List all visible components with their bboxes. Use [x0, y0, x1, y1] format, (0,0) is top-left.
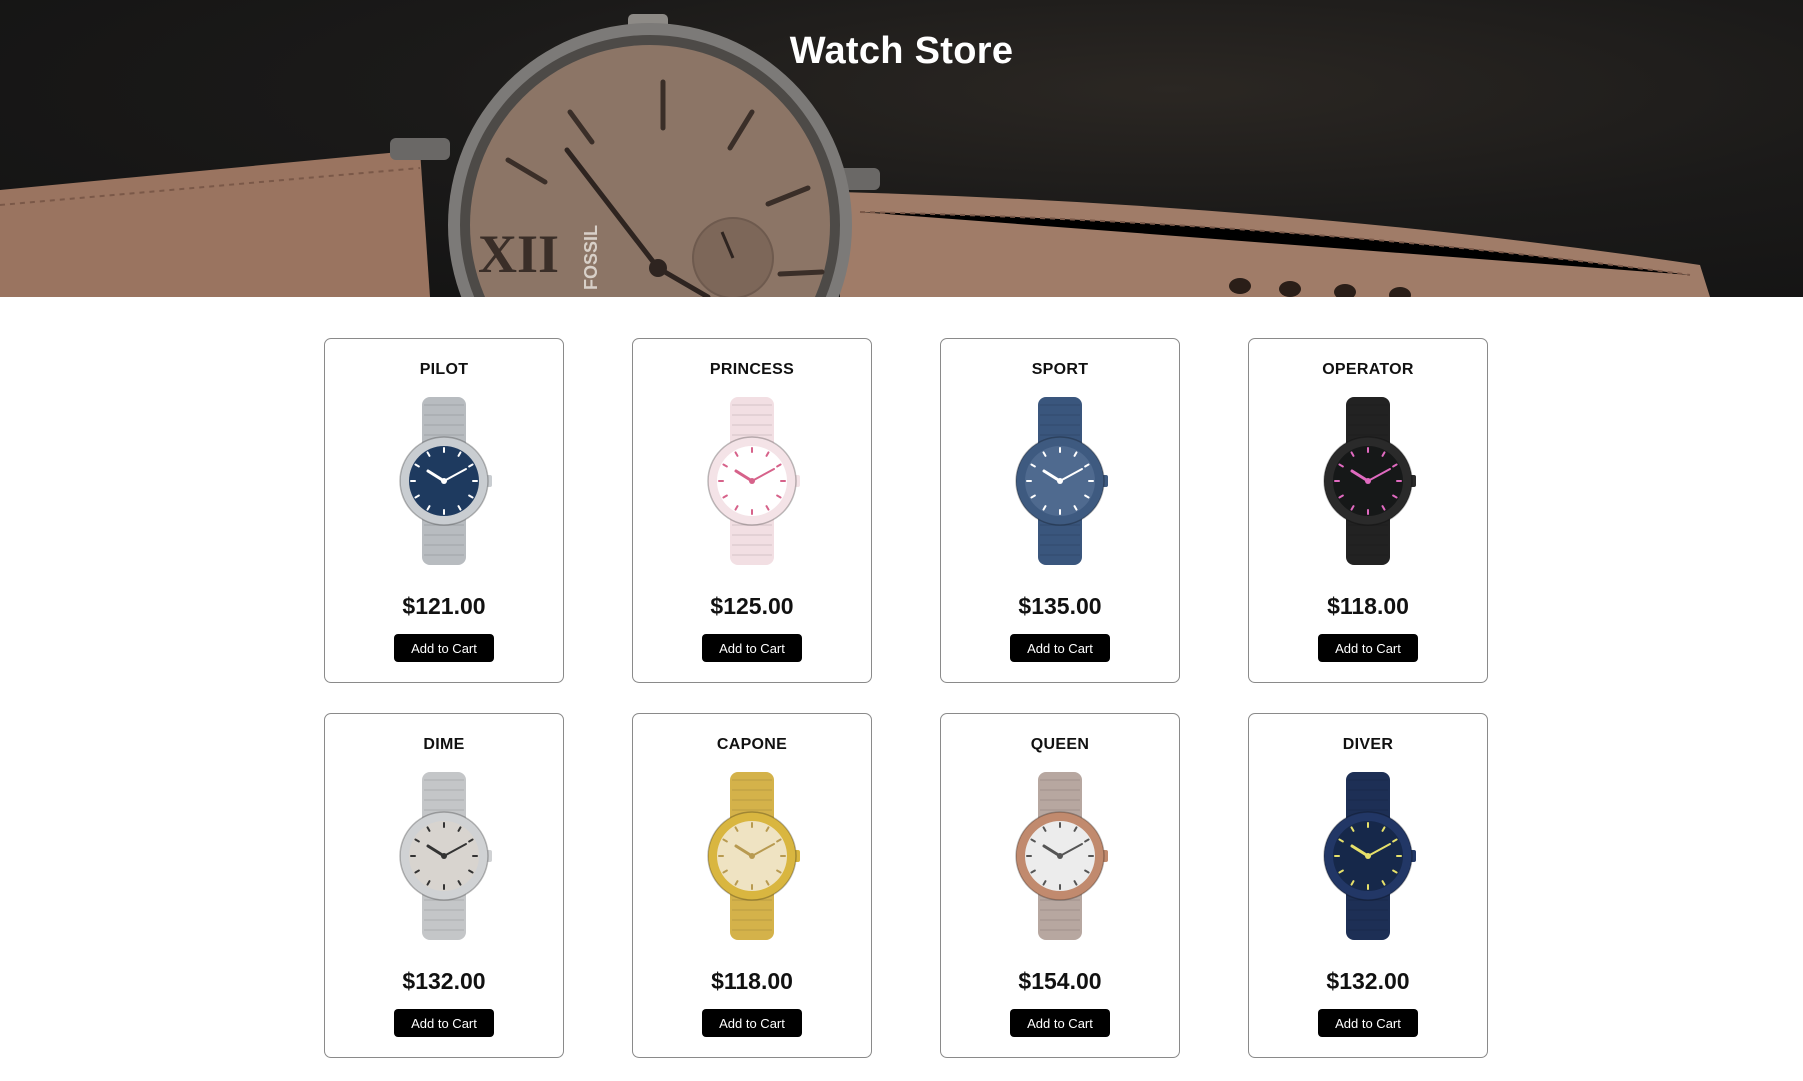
blue-watch-icon[interactable]: [1000, 391, 1120, 571]
product-grid: PILOT $121.00 Add to Cart PRINCESS $125.…: [324, 338, 1490, 1058]
product-price: $132.00: [402, 968, 486, 994]
product-name: PRINCESS: [709, 361, 795, 378]
page-title: Watch Store: [789, 30, 1014, 72]
add-to-cart-button[interactable]: Add to Cart: [1010, 1009, 1110, 1037]
svg-text:FOSSIL: FOSSIL: [581, 225, 601, 290]
product-card: DIME $132.00 Add to Cart: [324, 713, 564, 1058]
silver-watch-icon[interactable]: [384, 766, 504, 946]
rose-gold-watch-icon[interactable]: [1000, 766, 1120, 946]
product-price: $118.00: [1327, 593, 1409, 619]
product-card: PRINCESS $125.00 Add to Cart: [632, 338, 872, 683]
product-name: CAPONE: [716, 736, 788, 753]
add-to-cart-button[interactable]: Add to Cart: [1318, 1009, 1418, 1037]
product-name: SPORT: [1031, 361, 1089, 378]
product-card: PILOT $121.00 Add to Cart: [324, 338, 564, 683]
add-to-cart-button[interactable]: Add to Cart: [1010, 634, 1110, 662]
product-card: DIVER $132.00 Add to Cart: [1248, 713, 1488, 1058]
product-price: $135.00: [1018, 593, 1102, 619]
add-to-cart-button[interactable]: Add to Cart: [394, 634, 494, 662]
add-to-cart-button[interactable]: Add to Cart: [702, 634, 802, 662]
product-price: $154.00: [1018, 968, 1102, 994]
product-price: $125.00: [710, 593, 794, 619]
product-card: OPERATOR $118.00 Add to Cart: [1248, 338, 1488, 683]
navy-watch-icon[interactable]: [1308, 766, 1428, 946]
product-card: SPORT $135.00 Add to Cart: [940, 338, 1180, 683]
product-price: $132.00: [1326, 968, 1410, 994]
product-name: PILOT: [419, 361, 469, 378]
product-name: QUEEN: [1030, 736, 1090, 753]
product-name: OPERATOR: [1322, 361, 1414, 378]
add-to-cart-button[interactable]: Add to Cart: [394, 1009, 494, 1037]
chronograph-watch-icon[interactable]: [384, 391, 504, 571]
pink-watch-icon[interactable]: [692, 391, 812, 571]
black-watch-icon[interactable]: [1308, 391, 1428, 571]
product-card: CAPONE $118.00 Add to Cart: [632, 713, 872, 1058]
svg-text:XII: XII: [478, 224, 559, 284]
add-to-cart-button[interactable]: Add to Cart: [1318, 634, 1418, 662]
add-to-cart-button[interactable]: Add to Cart: [702, 1009, 802, 1037]
gold-watch-icon[interactable]: [692, 766, 812, 946]
product-card: QUEEN $154.00 Add to Cart: [940, 713, 1180, 1058]
hero-banner: XII FOSSIL Watch Store: [0, 0, 1803, 297]
product-price: $121.00: [402, 593, 486, 619]
product-name: DIVER: [1342, 736, 1394, 753]
product-price: $118.00: [711, 968, 793, 994]
product-name: DIME: [423, 736, 465, 753]
